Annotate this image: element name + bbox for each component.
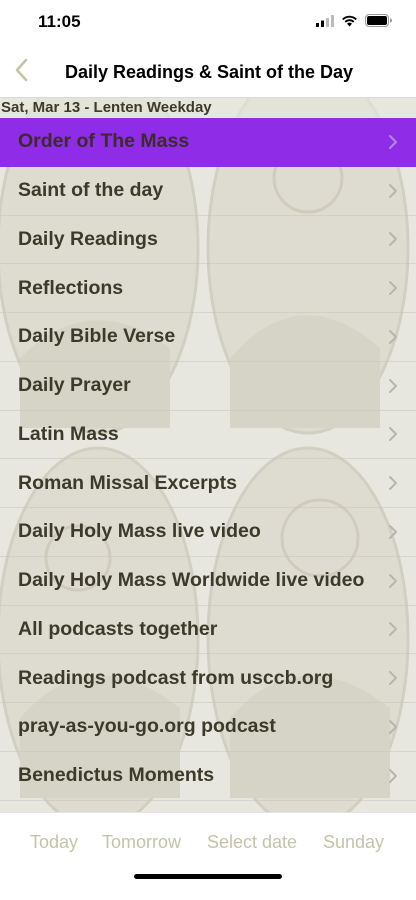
select-date-button[interactable]: Select date: [207, 832, 297, 853]
chevron-right-icon: [389, 232, 397, 247]
menu-item-label: Daily Bible Verse: [18, 325, 176, 348]
menu-list: Order of The Mass Saint of the day Daily…: [0, 118, 416, 801]
menu-item-label: Daily Readings: [18, 227, 158, 250]
menu-item-daily-prayer[interactable]: Daily Prayer: [0, 362, 416, 411]
chevron-right-icon: [389, 329, 397, 344]
menu-item-label: pray-as-you-go.org podcast: [18, 715, 276, 738]
home-indicator: [134, 874, 282, 879]
menu-item-all-podcasts[interactable]: All podcasts together: [0, 606, 416, 655]
menu-item-daily-holy-mass-worldwide[interactable]: Daily Holy Mass Worldwide live video: [0, 557, 416, 606]
today-button[interactable]: Today: [30, 832, 78, 853]
menu-item-label: Order of The Mass: [18, 130, 190, 153]
menu-item-saint-of-the-day[interactable]: Saint of the day: [0, 167, 416, 216]
menu-content: Sat, Mar 13 - Lenten Weekday Order of Th…: [0, 98, 416, 812]
chevron-right-icon: [389, 427, 397, 442]
menu-item-label: All podcasts together: [18, 617, 218, 640]
chevron-right-icon: [389, 671, 397, 686]
menu-item-latin-mass[interactable]: Latin Mass: [0, 411, 416, 460]
menu-item-label: Daily Holy Mass Worldwide live video: [18, 569, 365, 592]
chevron-right-icon: [389, 281, 397, 296]
menu-item-reflections[interactable]: Reflections: [0, 264, 416, 313]
menu-item-label: Benedictus Moments: [18, 764, 215, 787]
status-icons: [316, 14, 392, 32]
status-time: 11:05: [38, 12, 81, 31]
menu-item-order-of-the-mass[interactable]: Order of The Mass: [0, 118, 416, 167]
chevron-right-icon: [389, 134, 397, 149]
chevron-right-icon: [389, 524, 397, 539]
chevron-right-icon: [389, 378, 397, 393]
page-title: Daily Readings & Saint of the Day: [64, 62, 354, 82]
menu-item-label: Saint of the day: [18, 179, 164, 202]
menu-item-pray-as-you-go-podcast[interactable]: pray-as-you-go.org podcast: [0, 703, 416, 752]
chevron-right-icon: [389, 476, 397, 491]
menu-item-daily-readings[interactable]: Daily Readings: [0, 216, 416, 265]
menu-item-label: Daily Holy Mass live video: [18, 520, 261, 543]
sunday-button[interactable]: Sunday: [323, 832, 384, 853]
tomorrow-button[interactable]: Tomorrow: [102, 832, 181, 853]
menu-item-benedictus-moments[interactable]: Benedictus Moments: [0, 752, 416, 801]
date-banner: Sat, Mar 13 - Lenten Weekday: [0, 98, 416, 118]
menu-item-daily-holy-mass-live-video[interactable]: Daily Holy Mass live video: [0, 508, 416, 557]
status-bar: 11:05: [0, 0, 416, 46]
navigation-bar: Daily Readings & Saint of the Day: [0, 46, 416, 98]
menu-item-label: Reflections: [18, 276, 124, 299]
chevron-right-icon: [389, 573, 397, 588]
cellular-signal-icon: [316, 14, 334, 32]
menu-item-label: Latin Mass: [18, 422, 119, 445]
menu-item-label: Daily Prayer: [18, 374, 131, 397]
chevron-right-icon: [389, 183, 397, 198]
chevron-right-icon: [389, 622, 397, 637]
menu-item-label: Roman Missal Excerpts: [18, 471, 237, 494]
menu-item-readings-podcast-usccb[interactable]: Readings podcast from usccb.org: [0, 654, 416, 703]
wifi-icon: [341, 14, 358, 32]
bottom-toolbar: Today Tomorrow Select date Sunday: [0, 812, 416, 900]
battery-icon: [365, 14, 392, 32]
chevron-right-icon: [389, 768, 397, 783]
menu-item-label: Readings podcast from usccb.org: [18, 666, 334, 689]
menu-item-daily-bible-verse[interactable]: Daily Bible Verse: [0, 313, 416, 362]
menu-item-roman-missal-excerpts[interactable]: Roman Missal Excerpts: [0, 459, 416, 508]
chevron-right-icon: [389, 719, 397, 734]
